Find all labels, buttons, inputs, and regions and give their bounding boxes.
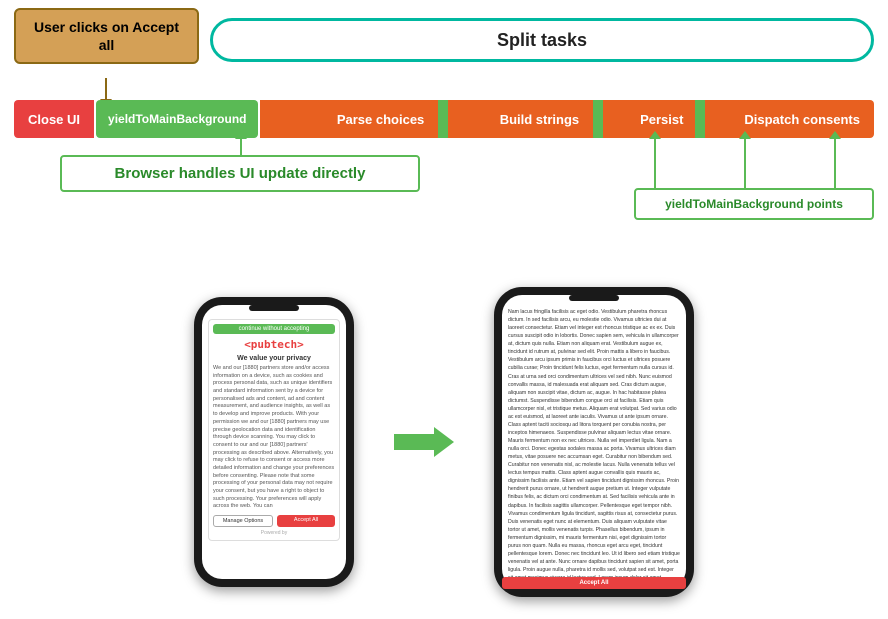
accept-all-button-phone1[interactable]: Accept All xyxy=(277,515,335,527)
orange-line-2 xyxy=(448,100,485,138)
arrow-user-to-pipeline xyxy=(105,78,107,100)
diagram-section: User clicks on Accept all Split tasks Cl… xyxy=(0,0,888,260)
close-ui-segment: Close UI xyxy=(14,100,94,138)
manage-options-button[interactable]: Manage Options xyxy=(213,515,273,527)
arrow-yield-3 xyxy=(834,138,836,188)
yield-points-box: yieldToMainBackground points xyxy=(634,188,874,220)
phone-2: Nam lacus fringilla facilisis ac eget od… xyxy=(494,287,694,597)
phone-2-notch xyxy=(569,295,619,301)
phone-2-text: Nam lacus fringilla facilisis ac eget od… xyxy=(508,308,680,586)
persist-segment: Persist xyxy=(628,100,695,138)
yield-points-label: yieldToMainBackground points xyxy=(665,197,843,211)
build-strings-segment: Build strings xyxy=(486,100,593,138)
phone-1-screen: continue without accepting <pubtech> We … xyxy=(202,305,346,579)
yield-arrows-group xyxy=(634,138,874,188)
accept-all-bar[interactable]: Accept All xyxy=(502,577,686,589)
pubtech-logo: <pubtech> xyxy=(213,338,335,351)
phone-2-content: Nam lacus fringilla facilisis ac eget od… xyxy=(502,304,686,586)
powered-by-label: Powered by xyxy=(213,530,335,536)
dispatch-consents-segment: Dispatch consents xyxy=(730,100,874,138)
consent-banner: continue without accepting <pubtech> We … xyxy=(208,319,340,541)
arrow-browser-to-pipeline xyxy=(240,138,242,155)
phone-1-notch xyxy=(249,305,299,311)
green-arrow xyxy=(394,422,454,462)
browser-handles-box: Browser handles UI update directly xyxy=(60,155,420,192)
consent-buttons: Manage Options Accept All xyxy=(213,515,335,527)
user-clicks-label: User clicks on Accept all xyxy=(34,19,179,53)
phone-1: continue without accepting <pubtech> We … xyxy=(194,297,354,587)
phone-2-screen: Nam lacus fringilla facilisis ac eget od… xyxy=(502,295,686,589)
phone-1-outer: continue without accepting <pubtech> We … xyxy=(194,297,354,587)
split-tasks-pill: Split tasks xyxy=(210,18,874,62)
phone-2-outer: Nam lacus fringilla facilisis ac eget od… xyxy=(494,287,694,597)
green-connector-3 xyxy=(695,100,705,138)
split-tasks-label: Split tasks xyxy=(497,30,587,51)
arrow-yield-2 xyxy=(744,138,746,188)
continue-without-label: continue without accepting xyxy=(213,324,335,334)
orange-line-1 xyxy=(260,100,322,138)
green-connector-1 xyxy=(438,100,448,138)
phone-1-content: continue without accepting <pubtech> We … xyxy=(202,315,346,549)
orange-line-3 xyxy=(603,100,628,138)
user-clicks-box: User clicks on Accept all xyxy=(14,8,199,64)
green-connector-2 xyxy=(593,100,603,138)
privacy-title: We value your privacy xyxy=(213,355,335,362)
orange-line-4 xyxy=(705,100,730,138)
browser-handles-label: Browser handles UI update directly xyxy=(115,165,366,182)
privacy-text: We and our [1880] partners store and/or … xyxy=(213,365,335,511)
parse-choices-segment: Parse choices xyxy=(323,100,438,138)
arrow-yield-1 xyxy=(654,138,656,188)
bottom-section: continue without accepting <pubtech> We … xyxy=(0,265,888,619)
